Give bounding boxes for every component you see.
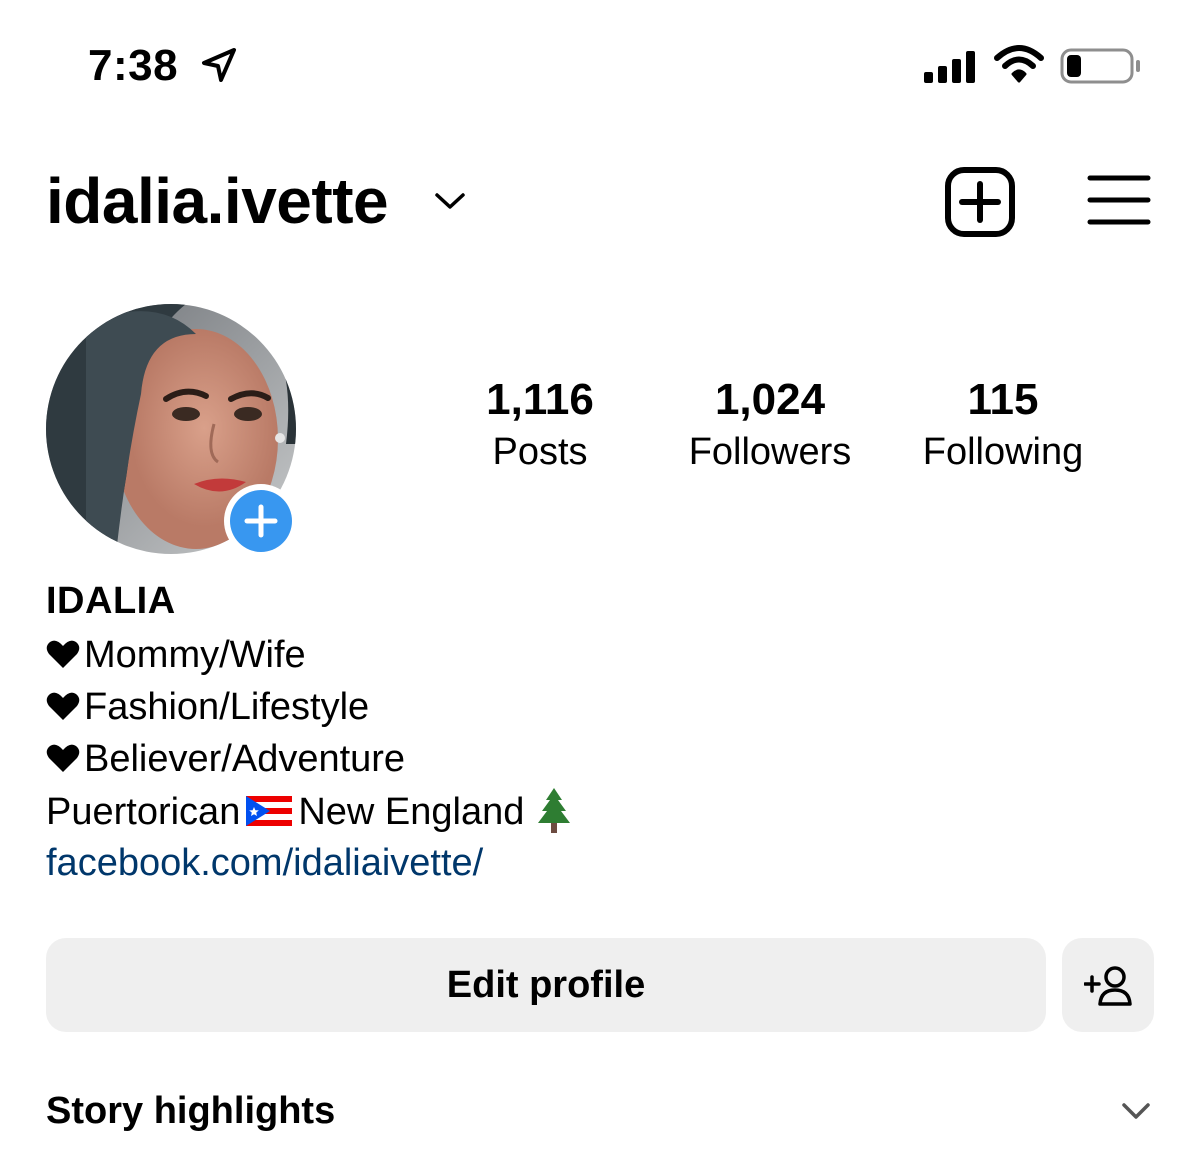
status-time: 7:38	[88, 41, 179, 90]
bio-text: Fashion/Lifestyle	[84, 686, 370, 728]
puerto-rico-flag-icon	[246, 796, 293, 826]
discover-people-button[interactable]	[1062, 938, 1154, 1032]
bio-line: Mommy/Wife	[46, 630, 306, 680]
cellular-signal-icon	[924, 51, 975, 83]
add-story-badge	[230, 490, 292, 552]
followers-label: Followers	[688, 431, 852, 473]
bio-text: New England	[298, 791, 525, 833]
username[interactable]: idalia.ivette	[46, 162, 389, 240]
profile-screen: 7:38 idalia.ivette 1,116 Posts 1,024 Fol…	[0, 0, 1200, 1175]
followers-count: 1,024	[714, 375, 826, 424]
add-story-button[interactable]	[224, 484, 298, 558]
bio-line: Believer/Adventure	[46, 734, 405, 784]
chevron-down-icon[interactable]	[1120, 1098, 1152, 1124]
profile-link[interactable]: facebook.com/idaliaivette/	[46, 838, 483, 888]
wifi-icon	[994, 45, 1044, 83]
black-heart-icon	[46, 692, 80, 720]
hamburger-menu-icon[interactable]	[1086, 170, 1152, 230]
black-heart-icon	[46, 640, 80, 668]
posts-count: 1,116	[486, 375, 594, 424]
following-count: 115	[967, 375, 1039, 424]
posts-label: Posts	[492, 431, 588, 473]
bio-text: Puertorican	[46, 791, 241, 833]
edit-profile-button[interactable]: Edit profile	[46, 938, 1046, 1032]
bio-line: Puertorican New England	[46, 786, 576, 837]
plus-icon	[244, 504, 278, 538]
edit-profile-label: Edit profile	[446, 964, 646, 1006]
following-label: Following	[922, 431, 1084, 473]
bio-line: Fashion/Lifestyle	[46, 682, 369, 732]
bio-text: Believer/Adventure	[84, 738, 406, 780]
new-post-button[interactable]	[944, 166, 1016, 238]
evergreen-tree-icon	[538, 788, 571, 833]
display-name: IDALIA	[46, 580, 176, 622]
following-stat[interactable]: 115 Following	[900, 372, 1106, 476]
chevron-down-icon[interactable]	[432, 186, 468, 216]
followers-stat[interactable]: 1,024 Followers	[660, 372, 880, 476]
posts-stat[interactable]: 1,116 Posts	[440, 372, 640, 476]
black-heart-icon	[46, 744, 80, 772]
battery-low-icon	[1060, 48, 1140, 84]
story-highlights-title[interactable]: Story highlights	[46, 1086, 335, 1136]
location-arrow-icon	[202, 48, 236, 82]
bio-text: Mommy/Wife	[84, 634, 306, 676]
add-person-icon	[1084, 966, 1132, 1006]
